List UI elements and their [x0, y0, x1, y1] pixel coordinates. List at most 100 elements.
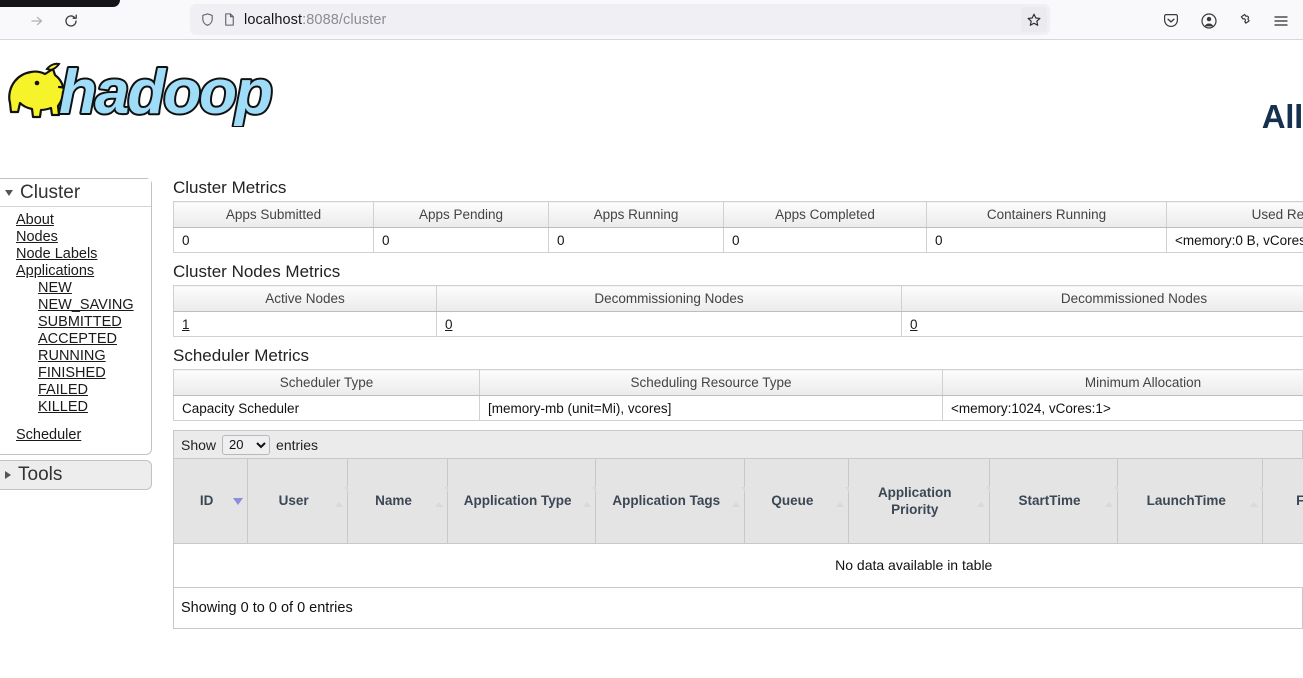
sidebar-tools-block[interactable]: Tools	[0, 460, 152, 490]
sidebar-item-new-saving[interactable]: NEW_SAVING	[0, 297, 151, 314]
browser-chrome: localhost:8088/cluster	[0, 0, 1303, 40]
col-apps-submitted: Apps Submitted	[173, 201, 374, 228]
col-user[interactable]: User	[247, 459, 353, 544]
sidebar-item-about[interactable]: About	[0, 212, 151, 229]
val-minimum-allocation: <memory:1024, vCores:1>	[942, 395, 1303, 421]
col-name[interactable]: Name	[347, 459, 452, 544]
pocket-save-icon[interactable]	[1158, 8, 1184, 34]
shield-icon[interactable]	[200, 12, 215, 27]
col-decommissioned-nodes: Decommissioned Nodes	[901, 285, 1303, 312]
col-name-label: Name	[375, 493, 412, 509]
url-path: :8088/cluster	[302, 11, 387, 28]
sidebar-section-cluster[interactable]: Cluster	[0, 179, 151, 207]
sidebar-item-scheduler[interactable]: Scheduler	[0, 427, 151, 444]
applications-panel: Show 20 40 60 80 100 entries	[173, 430, 1303, 629]
main-content: Cluster Metrics Apps Submitted Apps Pend…	[173, 178, 1303, 629]
forward-button[interactable]	[24, 8, 50, 34]
val-active-nodes-cell: 1	[173, 311, 437, 337]
cluster-metrics-title: Cluster Metrics	[173, 178, 287, 197]
apps-info-text: Showing 0 to 0 of 0 entries	[174, 587, 1302, 628]
sidebar-item-running[interactable]: RUNNING	[0, 348, 151, 365]
svg-text:hadoop: hadoop	[59, 58, 271, 127]
sidebar-item-label: About	[16, 212, 54, 228]
val-decommissioned-nodes-cell: 0	[901, 311, 1303, 337]
table-row: Capacity Scheduler [memory-mb (unit=Mi),…	[173, 395, 1303, 421]
sort-toggle-icon	[434, 486, 452, 508]
sidebar-cluster-block: Cluster About Nodes Node Labels Applicat…	[0, 178, 152, 455]
page-content: hadoop All Cluster About Nodes Node Labe…	[0, 41, 1303, 678]
account-icon[interactable]	[1196, 8, 1222, 34]
col-application-type-label: Application Type	[463, 493, 572, 509]
reload-button[interactable]	[58, 8, 84, 34]
col-starttime-label: StartTime	[1018, 493, 1081, 509]
col-finishtime-label: FinishTime	[1296, 493, 1303, 509]
hadoop-logo[interactable]: hadoop	[4, 47, 294, 127]
sidebar-section-tools[interactable]: Tools	[0, 461, 151, 489]
hamburger-menu-icon[interactable]	[1268, 8, 1294, 34]
sort-toggle-icon	[835, 486, 853, 508]
val-scheduling-resource-type: [memory-mb (unit=Mi), vcores]	[479, 395, 943, 421]
sidebar-item-label: Node Labels	[16, 246, 98, 262]
url-host: localhost	[244, 11, 303, 28]
sidebar-cluster-items: About Nodes Node Labels Applications NEW…	[0, 207, 151, 454]
val-decommissioning-nodes-cell: 0	[436, 311, 902, 337]
table-row: 0 0 0 0 0 <memory:0 B, vCores:0> <memory…	[173, 227, 1303, 253]
sidebar-item-label: FINISHED	[38, 365, 106, 381]
sidebar-item-new[interactable]: NEW	[0, 280, 151, 297]
sidebar-item-failed[interactable]: FAILED	[0, 382, 151, 399]
col-finishtime[interactable]: FinishTime	[1262, 459, 1303, 544]
col-minimum-allocation: Minimum Allocation	[942, 369, 1303, 396]
val-apps-submitted: 0	[173, 227, 374, 253]
sidebar-item-node-labels[interactable]: Node Labels	[0, 246, 151, 263]
scheduler-metrics-title: Scheduler Metrics	[173, 346, 310, 365]
col-application-type[interactable]: Application Type	[447, 459, 601, 544]
col-active-nodes: Active Nodes	[173, 285, 437, 312]
url-text: localhost:8088/cluster	[244, 12, 1044, 28]
val-decommissioned-nodes[interactable]: 0	[910, 317, 918, 332]
col-queue-label: Queue	[771, 493, 814, 509]
tab-strip	[0, 0, 120, 7]
val-scheduler-type: Capacity Scheduler	[173, 395, 480, 421]
page-info-icon[interactable]	[222, 12, 237, 27]
sort-toggle-icon	[582, 486, 601, 508]
col-queue[interactable]: Queue	[744, 459, 853, 544]
val-active-nodes[interactable]: 1	[182, 317, 190, 332]
sidebar-item-finished[interactable]: FINISHED	[0, 365, 151, 382]
applications-table: ID User Name Application Type Applicatio…	[174, 459, 1303, 588]
sidebar-section-tools-label: Tools	[18, 464, 63, 485]
table-header-row: Apps Submitted Apps Pending Apps Running…	[173, 201, 1303, 228]
col-launchtime-label: LaunchTime	[1146, 493, 1226, 509]
entries-per-page-select[interactable]: 20 40 60 80 100	[222, 434, 271, 455]
col-application-tags[interactable]: Application Tags	[595, 459, 750, 544]
sidebar-item-label: NEW_SAVING	[38, 297, 134, 313]
table-row-empty: No data available in table	[174, 543, 1303, 588]
val-decommissioning-nodes[interactable]: 0	[445, 317, 453, 332]
val-used-resources: <memory:0 B, vCores:0>	[1166, 227, 1303, 253]
sidebar-item-submitted[interactable]: SUBMITTED	[0, 314, 151, 331]
extensions-icon[interactable]	[1233, 8, 1259, 34]
sidebar-item-killed[interactable]: KILLED	[0, 399, 151, 416]
chevron-right-icon	[5, 471, 11, 479]
col-containers-running: Containers Running	[926, 201, 1167, 228]
col-id[interactable]: ID	[174, 459, 249, 544]
val-containers-running: 0	[926, 227, 1167, 253]
sidebar-item-label: FAILED	[38, 382, 88, 398]
col-application-priority[interactable]: Application Priority	[848, 459, 994, 544]
sidebar-item-applications[interactable]: Applications	[0, 263, 151, 280]
sidebar-section-cluster-label: Cluster	[20, 181, 81, 203]
col-starttime[interactable]: StartTime	[989, 459, 1123, 544]
col-used-resources: Used Resources	[1166, 201, 1303, 228]
url-bar[interactable]: localhost:8088/cluster	[190, 4, 1050, 35]
sidebar-item-label: NEW	[38, 280, 72, 296]
sidebar-item-label: RUNNING	[38, 348, 106, 364]
col-apps-pending: Apps Pending	[373, 201, 549, 228]
empty-message: No data available in table	[174, 543, 1303, 588]
sidebar-item-label: Applications	[16, 263, 95, 279]
col-launchtime[interactable]: LaunchTime	[1117, 459, 1268, 544]
bookmark-star-icon[interactable]	[1021, 7, 1047, 32]
val-apps-running: 0	[548, 227, 724, 253]
show-label: Show	[181, 436, 217, 453]
sidebar-item-nodes[interactable]: Nodes	[0, 229, 151, 246]
sidebar-item-accepted[interactable]: ACCEPTED	[0, 331, 151, 348]
